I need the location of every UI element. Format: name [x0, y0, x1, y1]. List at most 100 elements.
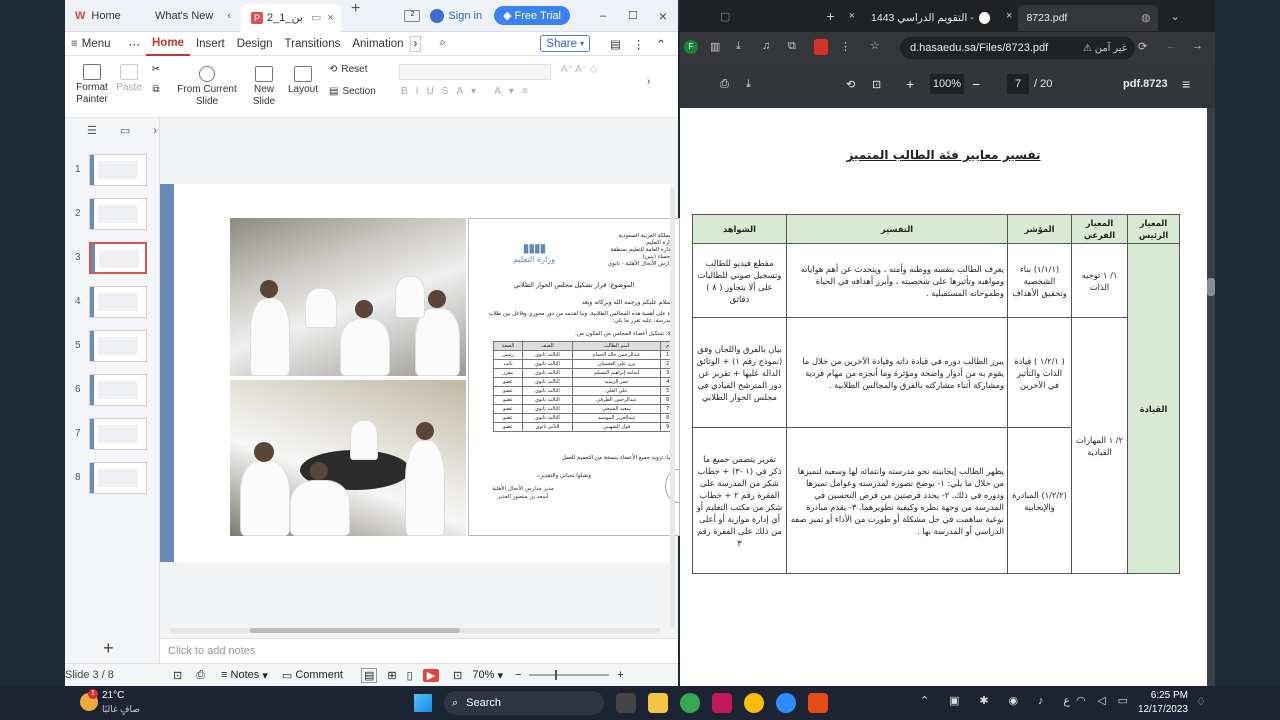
notes-pane[interactable]: Click to add notes	[160, 638, 678, 663]
slide-thumbnail-6[interactable]	[89, 374, 147, 406]
tab-animation[interactable]: Animation	[346, 32, 409, 56]
slide-thumbnail-4[interactable]	[89, 286, 147, 318]
recorder-icon[interactable]	[808, 693, 828, 713]
hamburger-menu[interactable]: ≡ Menu	[65, 32, 117, 56]
page-number-field[interactable]: 7	[1007, 74, 1029, 94]
section-button[interactable]: ▤ Section	[329, 86, 376, 98]
pdf-zoom-out-icon[interactable]: −	[972, 76, 980, 92]
close-tab-pdf-icon[interactable]: ×	[1006, 10, 1012, 22]
fit-page-icon[interactable]: ⊡	[872, 78, 881, 91]
zoom-app-icon[interactable]	[776, 693, 796, 713]
media-icon[interactable]: ♫	[762, 40, 770, 52]
from-current-slide-button[interactable]: From Current Slide	[177, 66, 237, 108]
fit-icon[interactable]: ⊡	[173, 669, 182, 682]
font-name-select[interactable]	[399, 64, 551, 80]
tab-transitions[interactable]: Transitions	[279, 32, 347, 56]
monitor-icon[interactable]: ▭	[311, 11, 321, 24]
paste-button[interactable]: Paste	[115, 64, 143, 94]
maximize-icon[interactable]: ☐	[618, 9, 648, 22]
tab-home[interactable]: W Home	[65, 0, 145, 32]
zoom-out-icon[interactable]: −	[515, 669, 521, 681]
format-painter-button[interactable]: Format Painter	[73, 64, 111, 106]
tab-document[interactable]: P بن_1_2 ▭ ×	[241, 3, 341, 32]
free-trial-button[interactable]: ◆ Free Trial	[494, 6, 570, 25]
chrome-profile-icon[interactable]	[744, 693, 764, 713]
record-extension-icon[interactable]	[814, 39, 828, 55]
chevron-up-icon[interactable]: ⌃	[920, 694, 929, 707]
rotate-icon[interactable]: ⟲	[846, 78, 855, 91]
more-extensions-icon[interactable]: ⋮	[840, 40, 851, 53]
pdf-menu-icon[interactable]: ≡	[1182, 76, 1190, 92]
chevron-right-icon[interactable]: ›	[409, 35, 422, 52]
comment-icon[interactable]: ▤	[604, 32, 627, 56]
reload-icon[interactable]: ⟳	[1138, 40, 1147, 53]
slide-thumbnail-8[interactable]	[89, 462, 147, 494]
notes-button[interactable]: ≡ Notes ▾	[221, 669, 268, 682]
close-tab-icon[interactable]: ×	[327, 12, 333, 24]
new-tab-icon[interactable]: +	[341, 0, 370, 32]
record-icon[interactable]: ◉	[1009, 694, 1019, 707]
tab-menu-home[interactable]: Home	[146, 32, 190, 56]
tray-app-icon[interactable]: ▣	[949, 694, 959, 707]
reading-view-icon[interactable]: ▯	[407, 669, 413, 682]
bookmark-star-icon[interactable]: ☆	[870, 39, 880, 52]
sign-in-button[interactable]: Sign in	[430, 8, 482, 23]
export-icon[interactable]: ⎙	[196, 669, 205, 682]
add-slide-icon[interactable]: +	[103, 638, 114, 659]
horizontal-scrollbar[interactable]	[170, 628, 660, 633]
slide-thumbnail-1[interactable]	[89, 154, 147, 186]
collapse-ribbon-icon[interactable]: ⌃	[650, 32, 672, 56]
slide-thumbnail-2[interactable]	[89, 198, 147, 230]
sorter-view-icon[interactable]: ⊞	[387, 669, 396, 682]
outline-icon[interactable]: ☰	[87, 124, 97, 137]
tab-search[interactable]: التقويم الدراسي 1443 - Search	[863, 5, 998, 31]
tab-insert[interactable]: Insert	[190, 32, 231, 56]
vertical-scrollbar[interactable]	[670, 188, 675, 628]
notification-bell-icon[interactable]: ♢	[1196, 695, 1206, 708]
chevron-left-icon[interactable]: ‹	[227, 10, 231, 22]
clock[interactable]: 6:25 PM 12/17/2023	[1134, 689, 1188, 717]
bluetooth-icon[interactable]: ✱	[979, 694, 988, 707]
zoom-slider[interactable]	[529, 670, 610, 680]
fit-window-icon[interactable]: ⊡	[453, 669, 462, 682]
wps-office-icon[interactable]	[712, 693, 732, 713]
chrome-icon[interactable]	[680, 693, 700, 713]
cut-icon[interactable]: ✂	[149, 64, 163, 76]
play-slideshow-icon[interactable]: ▶	[422, 668, 440, 682]
taskbar-search[interactable]: ⌕ Search	[444, 691, 604, 715]
pdf-zoom-field[interactable]: 100%	[930, 74, 964, 94]
minimize-icon[interactable]: –	[588, 10, 618, 22]
ribbon-scroll-icon[interactable]: ›	[647, 76, 650, 88]
zoom-in-icon[interactable]: +	[617, 669, 623, 681]
zoom-slider-handle[interactable]	[555, 670, 558, 680]
slide-thumbnail-7[interactable]	[89, 418, 147, 450]
language-indicator[interactable]: ع	[1063, 694, 1070, 707]
new-tab-button[interactable]: +	[826, 8, 834, 24]
text-format-icons[interactable]: BIUSA▾ A▾≡	[401, 86, 641, 98]
slides-icon[interactable]: ▭	[120, 124, 130, 137]
extensions-icon[interactable]: ⧉	[788, 40, 796, 53]
slide-thumbnail-3[interactable]	[89, 242, 147, 274]
tab-list-icon[interactable]: ⌄	[1170, 10, 1179, 23]
reset-button[interactable]: ⟲ Reset	[329, 64, 368, 76]
new-slide-button[interactable]: New Slide	[249, 66, 279, 108]
expand-icon[interactable]: ›	[153, 125, 157, 137]
profile-icon[interactable]: F	[684, 40, 698, 54]
more-icon[interactable]: ⋯	[123, 32, 147, 56]
layout-button[interactable]: Layout	[285, 66, 321, 96]
zoom-select[interactable]: 70% ▾	[472, 669, 503, 682]
share-button[interactable]: Share ▾	[540, 35, 590, 52]
search-icon[interactable]: ⌕	[433, 32, 451, 56]
tab-pdf[interactable]: 8723.pdf ◍	[1018, 5, 1159, 31]
start-icon[interactable]	[414, 694, 432, 712]
mic-icon[interactable]: ♪	[1038, 695, 1044, 707]
sidebar-icon[interactable]: ▥	[710, 40, 720, 53]
window-count-icon[interactable]: 2	[404, 9, 421, 22]
pdf-download-icon[interactable]: ⤓	[746, 78, 751, 91]
more-options-icon[interactable]: ⋮	[627, 32, 651, 56]
download-icon[interactable]: ⤓	[736, 40, 741, 53]
task-view-icon[interactable]	[616, 693, 636, 713]
normal-view-icon[interactable]: ▤	[361, 667, 378, 683]
close-tab-search-icon[interactable]: ×	[849, 10, 855, 22]
url-bar[interactable]: d.hasaedu.sa/Files/8723.pdf غير آمن ⚠	[900, 37, 1135, 59]
